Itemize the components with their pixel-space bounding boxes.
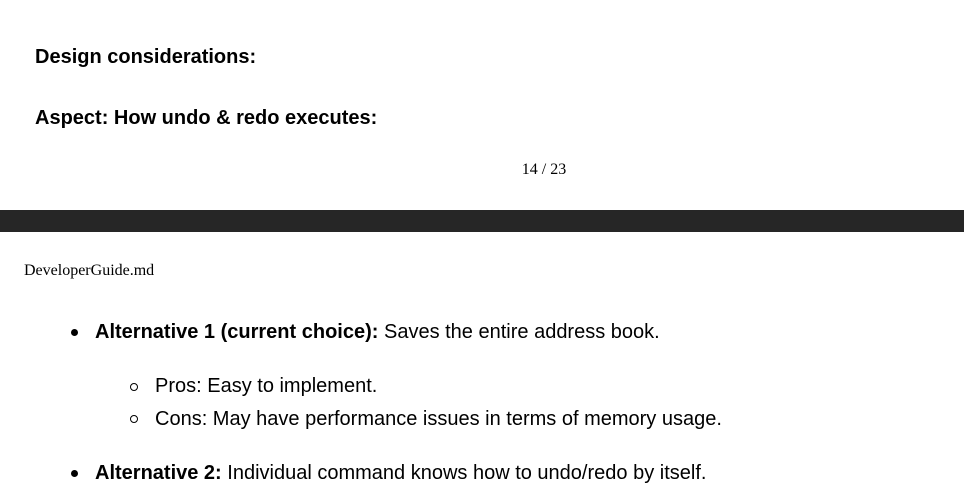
alternative-1-cons: Cons: May have performance issues in ter… [155, 408, 722, 430]
alternative-1-label: Alternative 1 (current choice): [95, 321, 379, 343]
sub-bullet-icon [130, 415, 138, 423]
bullet-icon [71, 329, 78, 336]
bullet-icon [71, 470, 78, 477]
page-separator [0, 210, 964, 232]
aspect-heading: Aspect: How undo & redo executes: [35, 107, 378, 129]
alternative-2-item: Alternative 2: Individual command knows … [95, 461, 706, 485]
page-number: 14 / 23 [521, 161, 567, 178]
alternative-1-item: Alternative 1 (current choice): Saves th… [95, 320, 660, 344]
pdf-page-15: DeveloperGuide.md Alternative 1 (current… [0, 232, 964, 488]
alternative-1-text: Saves the entire address book. [378, 321, 660, 343]
alternative-1-pros: Pros: Easy to implement. [155, 375, 378, 397]
sub-bullet-icon [130, 383, 138, 391]
design-considerations-heading: Design considerations: [35, 46, 257, 68]
pdf-page-14: Design considerations: Aspect: How undo … [0, 0, 964, 210]
alternative-2-text: Individual command knows how to undo/red… [221, 462, 707, 484]
alternative-2-label: Alternative 2: [95, 462, 222, 484]
running-header-filename: DeveloperGuide.md [24, 262, 155, 279]
